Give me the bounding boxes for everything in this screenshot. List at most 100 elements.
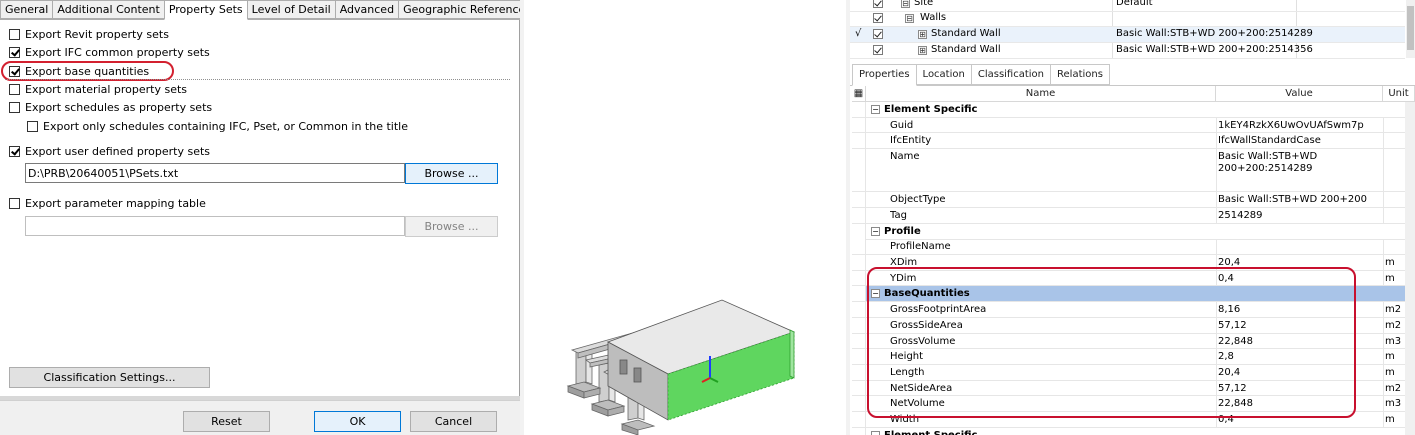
browse-button[interactable]: Browse ... [405,163,498,184]
dialog-button-bar: Reset OK Cancel [0,400,520,435]
window [633,367,642,383]
tab-relations[interactable]: Relations [1050,64,1110,85]
option-export-ifc-common-psets[interactable]: Export IFC common property sets [9,45,210,59]
visibility-checkbox[interactable] [873,13,883,23]
collapse-icon[interactable]: ⊟ [905,14,914,23]
focus-dotted-line [5,79,510,80]
property-group-header[interactable]: − Profile [852,223,1415,240]
user-psets-path-input[interactable]: D:\PRB\20640051\PSets.txt [25,163,405,183]
row-gutter [852,333,866,349]
row-gutter [852,364,866,380]
grid-vertical-scrollbar[interactable] [1405,102,1415,435]
tab-level-of-detail[interactable]: Level of Detail [246,0,336,19]
tab-property-sets[interactable]: Property Sets [163,0,248,20]
option-export-revit-psets[interactable]: Export Revit property sets [9,27,169,41]
option-export-user-defined-psets[interactable]: Export user defined property sets [9,144,210,158]
property-row[interactable]: Guid 1kEY4RzkX6UwOvUAfSwm7p [852,117,1415,134]
browse-mapping-button: Browse ... [405,216,498,237]
row-gutter [852,286,866,302]
checkbox[interactable] [27,120,38,132]
column-header-unit[interactable]: Unit [1383,86,1415,102]
column-separator [1383,302,1384,317]
property-group-header[interactable]: −Element Specific [852,102,1415,118]
row-gutter [852,117,866,133]
classification-settings-button[interactable]: Classification Settings... [9,367,210,388]
row-gutter [852,207,866,223]
tab-geographic-reference[interactable]: Geographic Reference [398,0,531,19]
property-group-title: Element Specific [884,104,978,115]
tree-row-standard-wall[interactable]: ⊞ Standard Wall Basic Wall:STB+WD 200+20… [850,43,1405,59]
visibility-checkbox[interactable] [873,0,883,8]
option-export-parameter-mapping[interactable]: Export parameter mapping table [9,196,206,210]
tree-vertical-scrollbar[interactable] [1406,0,1415,58]
column-separator [1383,317,1384,333]
tab-location[interactable]: Location [915,64,972,85]
column-header-name[interactable]: Name [866,86,1216,102]
column-header-value[interactable]: Value [1216,86,1383,102]
collapse-icon[interactable]: − [871,226,880,236]
checkbox[interactable] [9,197,20,209]
checkbox-checked[interactable] [9,46,20,58]
checkbox[interactable] [9,28,20,40]
annotation-highlight-ellipse [1,61,174,81]
tree-item-value: Default [1116,0,1153,8]
tab-general[interactable]: General [0,0,54,19]
grid-menu-icon[interactable]: ▦ [852,86,866,102]
property-group-header[interactable]: −Element Specific [852,427,1415,435]
property-row[interactable]: Name Basic Wall:STB+WD 200+200:2514289 [852,149,1415,193]
property-group-title: Profile [884,225,921,237]
property-row[interactable]: Tag 2514289 [852,207,1415,224]
checkbox[interactable] [9,101,20,113]
row-gutter [852,255,866,270]
property-row[interactable]: ProfileName [852,239,1415,256]
tree-row-standard-wall-selected[interactable]: √ ⊞ Standard Wall Basic Wall:STB+WD 200+… [850,27,1405,43]
column-separator [1383,149,1384,192]
tab-properties[interactable]: Properties [852,64,917,86]
row-gutter [852,223,866,239]
option-export-only-schedules-ifc[interactable]: Export only schedules containing IFC, Ps… [27,119,408,133]
column-separator [1383,364,1384,380]
option-label: Export IFC common property sets [25,45,210,59]
row-gutter [852,317,866,333]
property-name: Name [890,151,920,163]
properties-tabs: Properties Location Classification Relat… [852,64,1110,86]
property-row[interactable]: IfcEntity IfcWallStandardCase [852,133,1415,150]
expand-icon[interactable]: ⊞ [918,46,927,55]
column-separator [1216,192,1217,207]
option-export-material-psets[interactable]: Export material property sets [9,82,187,96]
option-label: Export parameter mapping table [25,196,206,210]
3d-viewport[interactable] [524,0,846,435]
checkbox-checked[interactable] [9,145,20,157]
property-name: Guid [890,119,914,131]
row-gutter [852,396,866,412]
row-gutter [852,102,866,117]
tree-item-value: Basic Wall:STB+WD 200+200:2514356 [1116,44,1313,55]
column-separator [1383,412,1384,427]
collapse-icon[interactable]: − [871,105,880,114]
mapping-table-path-input [25,216,405,236]
row-gutter [852,427,866,435]
property-value: 2514289 [1218,209,1263,221]
visibility-checkbox[interactable] [873,29,883,39]
tab-additional-content[interactable]: Additional Content [52,0,165,19]
property-name: ObjectType [890,194,946,206]
visibility-checkbox[interactable] [873,45,883,55]
scrollbar-thumb[interactable] [1407,6,1414,50]
property-value: Basic Wall:STB+WD 200+200:2514289 [1218,151,1318,175]
tab-advanced[interactable]: Advanced [334,0,400,19]
property-row[interactable]: ObjectType Basic Wall:STB+WD 200+200 [852,192,1415,208]
column-separator [1216,133,1217,149]
ok-button[interactable]: OK [314,411,401,432]
tree-item-label: Standard Wall [931,44,1001,55]
pillar [598,362,610,403]
row-gutter [852,380,866,396]
reset-button[interactable]: Reset [183,411,270,432]
tree-row-walls[interactable]: ⊟ Walls [850,11,1405,27]
checkbox[interactable] [9,83,20,95]
collapse-icon[interactable]: ⊟ [901,0,910,8]
option-export-schedules-psets[interactable]: Export schedules as property sets [9,100,212,114]
expand-icon[interactable]: ⊞ [918,30,927,39]
collapse-icon[interactable]: − [871,430,880,435]
tab-classification[interactable]: Classification [970,64,1052,85]
cancel-button[interactable]: Cancel [410,411,497,432]
